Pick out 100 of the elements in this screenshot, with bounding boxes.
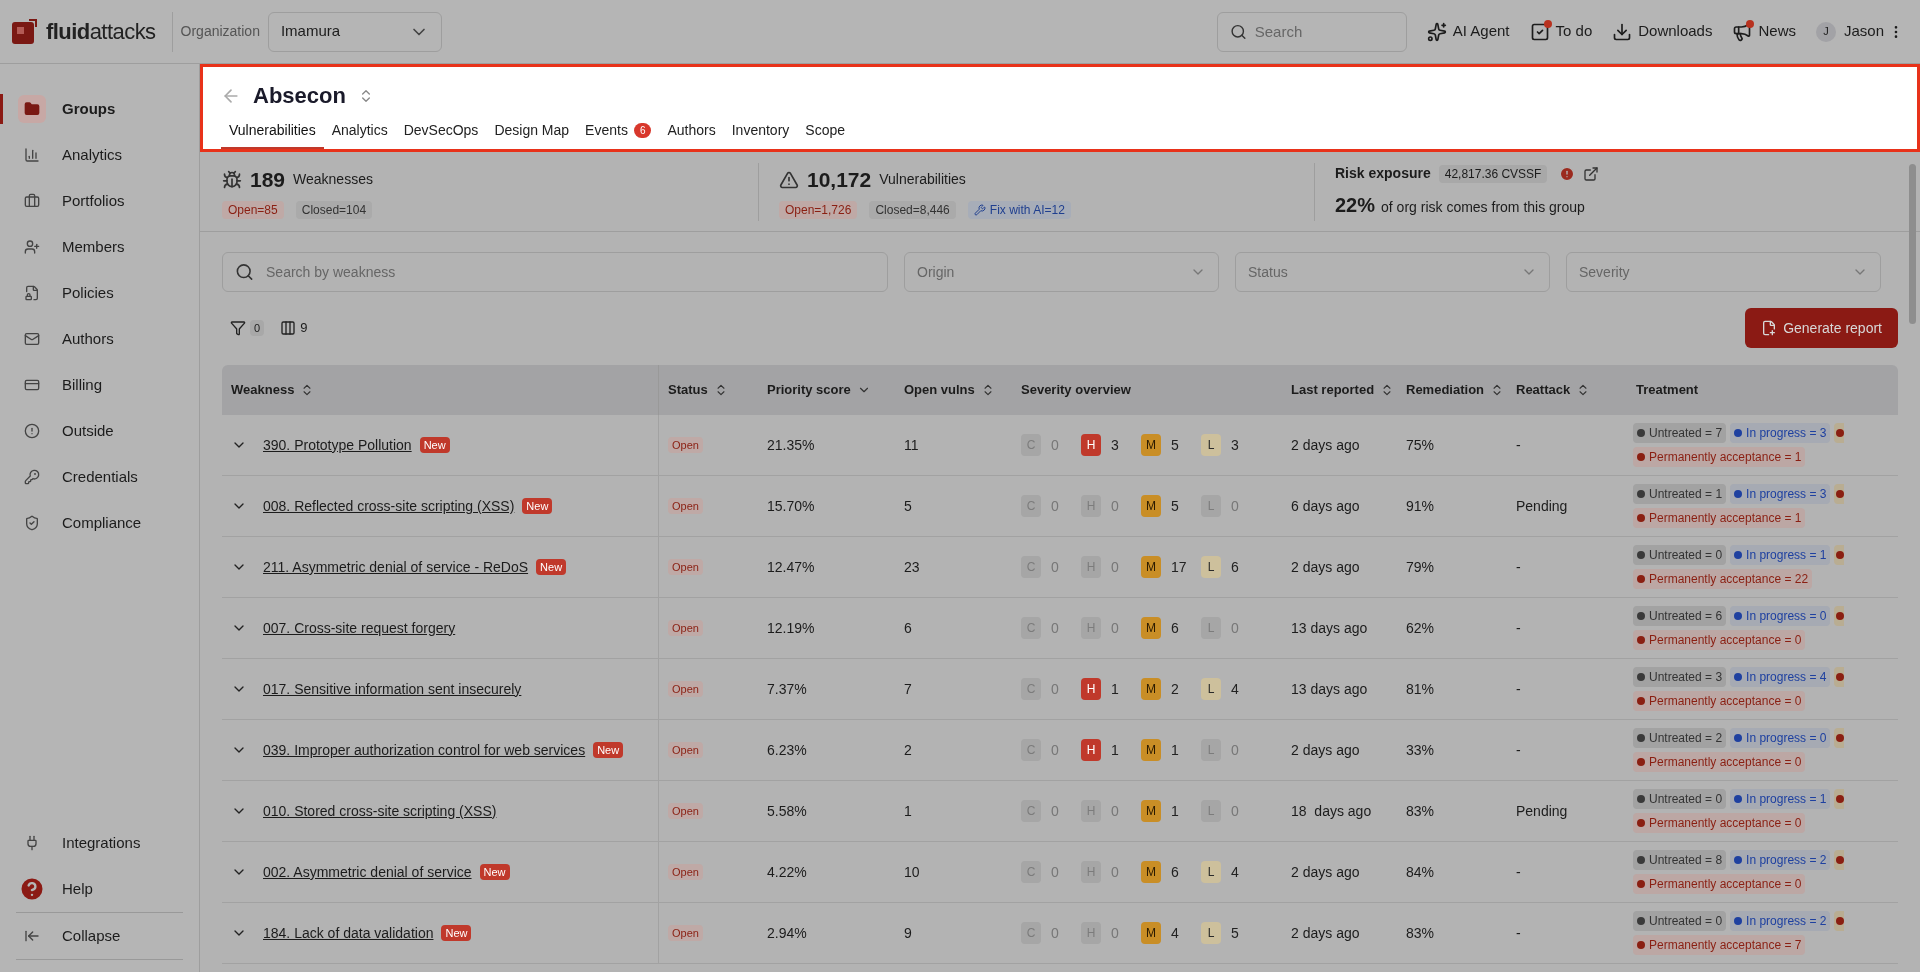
sidebar-item[interactable]: Credentials [0,454,199,500]
vulnerabilities-count: 10,172 [807,166,872,193]
severity-count: 6 [1231,557,1239,577]
tab[interactable]: Vulnerabilities [221,120,324,149]
tab[interactable]: Events 6 [577,120,660,149]
severity-badge: M [1141,678,1161,700]
risk-exposure-label: Risk exposure [1335,164,1431,183]
weakness-link[interactable]: 010. Stored cross-site scripting (XSS) [263,800,497,822]
remediation-percent: 33% [1406,740,1435,760]
sidebar-item[interactable]: Collapse [16,913,183,959]
sidebar-item[interactable]: Analytics [0,132,199,178]
last-reported: 2 days ago [1291,923,1360,943]
scrollbar[interactable] [1909,164,1916,324]
sidebar-item[interactable]: Portfolios [0,178,199,224]
add-user-icon [24,239,40,255]
columns-button[interactable]: 9 [280,318,308,338]
weakness-link[interactable]: 017. Sensitive information sent insecurely [263,678,522,700]
tab[interactable]: Scope [797,120,853,149]
status-tag: Open [668,436,703,454]
user-name[interactable]: Jason [1843,20,1884,43]
weakness-link[interactable]: 008. Reflected cross-site scripting (XSS) [263,495,515,517]
organization-label: Organization [180,22,260,41]
column-header[interactable]: Status [668,380,728,400]
search-box[interactable]: Search [1216,11,1407,52]
filter-icon [230,320,246,336]
generate-report-button[interactable]: Generate report [1745,308,1898,348]
topbar-action[interactable]: Downloads [1612,20,1713,43]
tab[interactable]: DevSecOps [395,120,487,149]
severity-badge: L [1201,556,1221,578]
search-field[interactable]: Search [1254,12,1394,51]
sidebar-item[interactable]: Help [16,866,183,912]
column-header[interactable]: Remediation [1406,380,1504,400]
open-vulns-count: 5 [904,496,912,516]
column-header: Severity overview [1021,381,1131,400]
filter-button[interactable]: 0 [230,319,265,337]
open-count-tag: Open=85 [222,201,284,220]
organization-select[interactable]: Imamura [267,11,442,52]
topbar-action[interactable]: News [1732,20,1796,43]
tab[interactable]: Inventory [723,120,798,149]
sidebar-item[interactable]: Groups [0,86,199,132]
card-icon [24,377,40,393]
priority-score: 2.94% [767,923,807,943]
sidebar-item[interactable]: Authors [0,316,199,362]
column-header[interactable]: Priority score [767,380,871,400]
severity-count: 5 [1231,923,1239,943]
last-reported: 2 days ago [1291,557,1360,577]
tab[interactable]: Analytics [323,120,396,149]
weakness-link[interactable]: 184. Lack of data validation [263,922,434,944]
fix-with-ai-tag[interactable]: Fix with AI=12 [967,201,1071,220]
untreated-chip: Untreated = 1 [1633,484,1727,504]
accepted-chip: Permanently acceptance = 0 [1633,630,1806,650]
severity-badge: H [1081,739,1101,761]
sidebar-item[interactable]: Billing [0,362,199,408]
column-header[interactable]: Weakness [231,380,315,400]
weakness-link[interactable]: 211. Asymmetric denial of service - ReDoS [263,556,529,578]
new-badge: New [419,437,450,453]
sidebar-item[interactable]: Members [0,224,199,270]
accepted-chip: Permanently acceptance = 22 [1633,569,1813,589]
topbar-action[interactable]: AI Agent [1426,20,1510,43]
plug-icon [24,835,40,851]
in-progress-chip: In progress = 3 [1730,423,1831,443]
accepted-chip: Permanently acceptance = 0 [1633,752,1806,772]
severity-badge: H [1081,434,1101,456]
sidebar-item[interactable]: Outside [0,408,199,454]
reattack-status: - [1516,435,1521,455]
last-reported: 13 days ago [1291,679,1368,699]
topbar-action[interactable]: To do [1529,20,1593,43]
in-progress-chip: In progress = 1 [1730,545,1831,565]
weaknesses-count: 189 [250,166,286,193]
new-badge: New [441,925,472,941]
bug-icon [222,169,242,190]
weakness-link[interactable]: 039. Improper authorization control for web services [263,739,586,761]
weakness-link[interactable]: 002. Asymmetric denial of service [263,861,472,883]
reattack-status: - [1516,862,1521,882]
severity-count: 17 [1171,557,1187,577]
weakness-link[interactable]: 007. Cross-site request forgery [263,617,456,639]
tab[interactable]: Authors [659,120,724,149]
status-tag: Open [668,497,703,515]
severity-count: 0 [1231,618,1239,638]
untreated-chip: Untreated = 8 [1633,850,1727,870]
external-link-icon[interactable] [1583,165,1600,182]
sidebar-item[interactable]: Compliance [0,500,199,546]
column-header[interactable]: Last reported [1291,380,1395,400]
sidebar-item[interactable]: Integrations [16,820,183,866]
severity-badge: M [1141,922,1161,944]
severity-count: 0 [1231,740,1239,760]
weakness-link[interactable]: 390. Prototype Pollution [263,434,412,456]
cvssf-tag: 42,817.36 CVSSF [1438,164,1548,183]
sidebar-item[interactable]: Policies [0,270,199,316]
severity-count: 1 [1111,740,1119,760]
count-badge: 6 [633,123,652,138]
avatar[interactable]: J [1815,21,1836,42]
status-tag: Open [668,924,703,942]
accepted-chip: Permanently acceptance = 7 [1633,935,1806,955]
reattack-status: - [1516,679,1521,699]
priority-score: 21.35% [767,435,815,455]
column-header[interactable]: Reattack [1516,380,1591,400]
status-tag: Open [668,863,703,881]
tab[interactable]: Design Map [486,120,578,149]
column-header[interactable]: Open vulns [904,380,995,400]
